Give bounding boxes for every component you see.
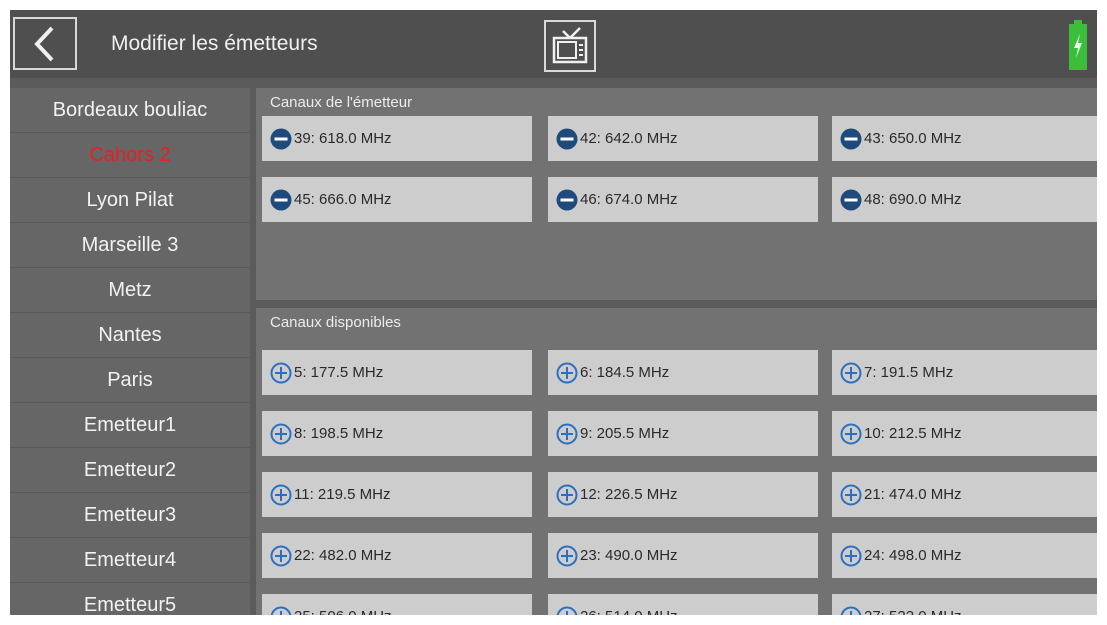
current-channels-title: Canaux de l'émetteur bbox=[270, 94, 413, 111]
battery-status bbox=[1069, 20, 1087, 70]
add-icon bbox=[556, 423, 578, 444]
channel-label: 27: 522.0 MHz bbox=[864, 608, 962, 615]
sidebar-item[interactable]: Emetteur4 bbox=[10, 538, 250, 583]
tv-button[interactable] bbox=[544, 20, 596, 72]
add-channel-button[interactable]: 23: 490.0 MHz bbox=[548, 533, 818, 578]
remove-icon bbox=[556, 128, 578, 149]
page-title: Modifier les émetteurs bbox=[111, 32, 318, 55]
available-channels-panel: Canaux disponibles 5: 177.5 MHz 6: 184.5 … bbox=[256, 308, 1097, 615]
tv-icon bbox=[552, 27, 588, 64]
remove-channel-button[interactable]: 45: 666.0 MHz bbox=[262, 177, 532, 222]
add-channel-button[interactable]: 7: 191.5 MHz bbox=[832, 350, 1097, 395]
remove-channel-button[interactable]: 42: 642.0 MHz bbox=[548, 116, 818, 161]
sidebar-item[interactable]: Nantes bbox=[10, 313, 250, 358]
channel-label: 12: 226.5 MHz bbox=[580, 486, 678, 503]
remove-channel-button[interactable]: 39: 618.0 MHz bbox=[262, 116, 532, 161]
add-channel-button[interactable]: 8: 198.5 MHz bbox=[262, 411, 532, 456]
channel-label: 9: 205.5 MHz bbox=[580, 425, 670, 442]
channel-label: 6: 184.5 MHz bbox=[580, 364, 670, 381]
back-button[interactable] bbox=[13, 17, 77, 70]
sidebar-item[interactable]: Emetteur3 bbox=[10, 493, 250, 538]
channel-label: 43: 650.0 MHz bbox=[864, 130, 962, 147]
remove-channel-button[interactable]: 43: 650.0 MHz bbox=[832, 116, 1097, 161]
add-channel-button[interactable]: 11: 219.5 MHz bbox=[262, 472, 532, 517]
add-icon bbox=[840, 484, 862, 505]
channel-label: 39: 618.0 MHz bbox=[294, 130, 392, 147]
sidebar-item[interactable]: Metz bbox=[10, 268, 250, 313]
channel-label: 10: 212.5 MHz bbox=[864, 425, 962, 442]
channel-label: 42: 642.0 MHz bbox=[580, 130, 678, 147]
sidebar-item[interactable]: Marseille 3 bbox=[10, 223, 250, 268]
add-channel-button[interactable]: 9: 205.5 MHz bbox=[548, 411, 818, 456]
add-icon bbox=[840, 606, 862, 615]
channel-label: 5: 177.5 MHz bbox=[294, 364, 384, 381]
sidebar-item[interactable]: Bordeaux bouliac bbox=[10, 88, 250, 133]
remove-icon bbox=[270, 189, 292, 210]
add-channel-button[interactable]: 5: 177.5 MHz bbox=[262, 350, 532, 395]
remove-channel-button[interactable]: 48: 690.0 MHz bbox=[832, 177, 1097, 222]
channel-label: 24: 498.0 MHz bbox=[864, 547, 962, 564]
sidebar-item[interactable]: Cahors 2 bbox=[10, 133, 250, 178]
add-channel-button[interactable]: 22: 482.0 MHz bbox=[262, 533, 532, 578]
add-channel-button[interactable]: 12: 226.5 MHz bbox=[548, 472, 818, 517]
add-icon bbox=[556, 484, 578, 505]
add-channel-button[interactable]: 10: 212.5 MHz bbox=[832, 411, 1097, 456]
channel-label: 46: 674.0 MHz bbox=[580, 191, 678, 208]
channel-label: 25: 506.0 MHz bbox=[294, 608, 392, 615]
remove-icon bbox=[840, 189, 862, 210]
add-channel-button[interactable]: 21: 474.0 MHz bbox=[832, 472, 1097, 517]
add-icon bbox=[840, 362, 862, 383]
add-icon bbox=[270, 423, 292, 444]
channel-label: 23: 490.0 MHz bbox=[580, 547, 678, 564]
remove-icon bbox=[270, 128, 292, 149]
channel-label: 7: 191.5 MHz bbox=[864, 364, 954, 381]
add-icon bbox=[556, 362, 578, 383]
add-channel-button[interactable]: 25: 506.0 MHz bbox=[262, 594, 532, 615]
channel-label: 26: 514.0 MHz bbox=[580, 608, 678, 615]
transmitter-list: Bordeaux bouliac Cahors 2 Lyon Pilat Marsei… bbox=[10, 88, 250, 615]
sidebar-item[interactable]: Emetteur2 bbox=[10, 448, 250, 493]
channel-label: 48: 690.0 MHz bbox=[864, 191, 962, 208]
add-icon bbox=[556, 606, 578, 615]
add-channel-button[interactable]: 6: 184.5 MHz bbox=[548, 350, 818, 395]
remove-icon bbox=[556, 189, 578, 210]
add-icon bbox=[270, 362, 292, 383]
add-icon bbox=[270, 545, 292, 566]
add-channel-button[interactable]: 26: 514.0 MHz bbox=[548, 594, 818, 615]
sidebar-item[interactable]: Lyon Pilat bbox=[10, 178, 250, 223]
battery-charging-icon bbox=[1069, 20, 1087, 70]
add-icon bbox=[840, 423, 862, 444]
add-channel-button[interactable]: 27: 522.0 MHz bbox=[832, 594, 1097, 615]
add-channel-button[interactable]: 24: 498.0 MHz bbox=[832, 533, 1097, 578]
channel-label: 45: 666.0 MHz bbox=[294, 191, 392, 208]
current-channels-panel: Canaux de l'émetteur 39: 618.0 MHz 42: 64… bbox=[256, 88, 1097, 300]
channel-label: 22: 482.0 MHz bbox=[294, 547, 392, 564]
available-channels-title: Canaux disponibles bbox=[270, 314, 401, 331]
sidebar-item[interactable]: Emetteur1 bbox=[10, 403, 250, 448]
app-window: Modifier les émetteurs Bordeaux bouliac C… bbox=[10, 10, 1097, 615]
channel-label: 11: 219.5 MHz bbox=[294, 486, 391, 503]
channel-label: 8: 198.5 MHz bbox=[294, 425, 384, 442]
sidebar-item[interactable]: Paris bbox=[10, 358, 250, 403]
header-bar: Modifier les émetteurs bbox=[10, 10, 1097, 78]
remove-channel-button[interactable]: 46: 674.0 MHz bbox=[548, 177, 818, 222]
channel-label: 21: 474.0 MHz bbox=[864, 486, 962, 503]
chevron-left-icon bbox=[34, 26, 54, 61]
add-icon bbox=[270, 606, 292, 615]
add-icon bbox=[270, 484, 292, 505]
sidebar-item[interactable]: Emetteur5 bbox=[10, 583, 250, 615]
add-icon bbox=[840, 545, 862, 566]
add-icon bbox=[556, 545, 578, 566]
remove-icon bbox=[840, 128, 862, 149]
